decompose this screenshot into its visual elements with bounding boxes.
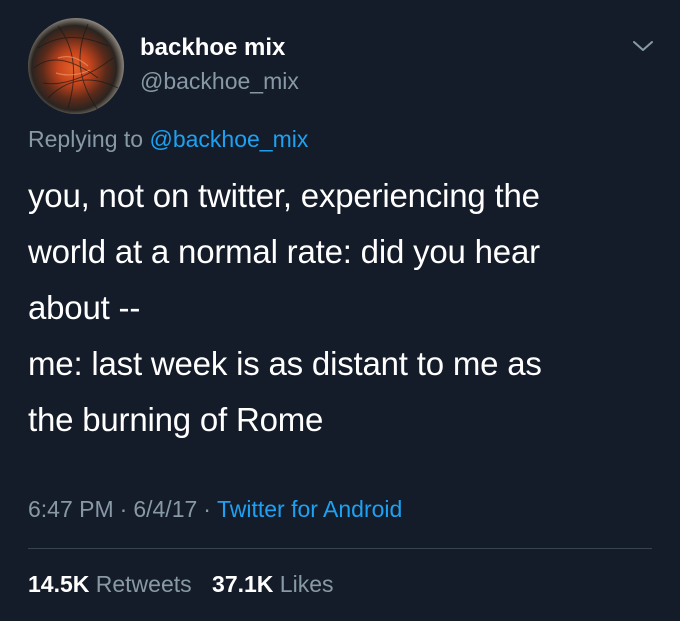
tweet-text: you, not on twitter, experiencing the wo…: [28, 168, 658, 448]
divider: [28, 548, 652, 549]
tweet-text-line: about --: [28, 289, 141, 326]
likes-count: 37.1K: [212, 571, 274, 597]
retweets-label: Retweets: [95, 571, 192, 597]
tweet-text-line: you, not on twitter, experiencing the: [28, 177, 540, 214]
tweet-text-line: me: last week is as distant to me as: [28, 345, 542, 382]
tweet-text-line: world at a normal rate: did you hear: [28, 233, 540, 270]
retweets-count: 14.5K: [28, 571, 90, 597]
meta-separator: ·: [119, 496, 128, 522]
tweet-meta: 6:47 PM · 6/4/17 · Twitter for Android: [28, 496, 402, 523]
tweet-client-link[interactable]: Twitter for Android: [217, 496, 402, 522]
tweet-stats: 14.5K Retweets 37.1K Likes: [28, 571, 348, 598]
chevron-down-icon[interactable]: [632, 38, 654, 54]
tweet-time[interactable]: 6:47 PM: [28, 496, 114, 522]
display-name[interactable]: backhoe mix: [140, 34, 285, 62]
replying-to: Replying to @backhoe_mix: [28, 126, 308, 153]
tweet-date[interactable]: 6/4/17: [133, 496, 197, 522]
reply-mention-link[interactable]: @backhoe_mix: [149, 126, 308, 152]
tweet-card: backhoe mix @backhoe_mix Replying to @ba…: [0, 0, 680, 621]
user-handle[interactable]: @backhoe_mix: [140, 68, 299, 95]
meta-separator: ·: [203, 496, 211, 522]
tweet-text-line: the burning of Rome: [28, 401, 324, 438]
likes-stat[interactable]: 37.1K Likes: [212, 571, 333, 597]
replying-prefix: Replying to: [28, 126, 144, 152]
retweets-stat[interactable]: 14.5K Retweets: [28, 571, 198, 597]
avatar-image: [33, 23, 119, 111]
likes-label: Likes: [279, 571, 334, 597]
avatar[interactable]: [28, 18, 124, 114]
